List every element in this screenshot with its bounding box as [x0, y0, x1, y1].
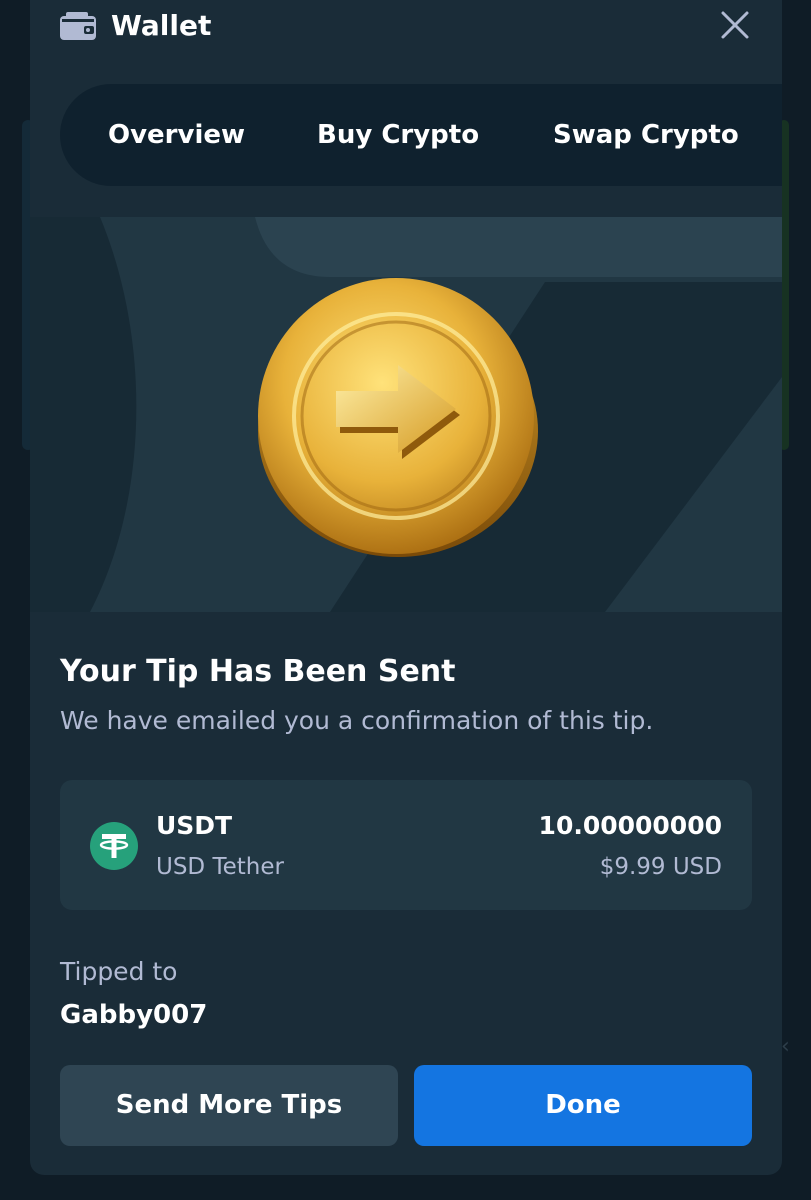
currency-symbol: USDT: [156, 811, 233, 840]
tab-overview[interactable]: Overview: [108, 84, 245, 186]
tab-swap-crypto[interactable]: Swap Crypto: [553, 84, 739, 186]
wallet-icon: [60, 12, 96, 40]
modal-title: Wallet: [111, 9, 212, 42]
close-icon[interactable]: [718, 8, 752, 42]
coin-arrow-icon: [258, 278, 538, 557]
hero-illustration: [30, 217, 782, 612]
done-button[interactable]: Done: [414, 1065, 752, 1146]
chevron-left-icon: ‹: [781, 1034, 790, 1059]
background-shape: [30, 217, 137, 612]
modal-header: Wallet: [30, 0, 782, 64]
wallet-modal: Wallet Overview Buy Crypto Swap Crypto Y…: [30, 0, 782, 1175]
currency-name: USD Tether: [156, 854, 284, 880]
recipient-label: Tipped to: [60, 957, 178, 986]
tip-usd-value: $9.99 USD: [599, 854, 722, 880]
send-more-tips-button[interactable]: Send More Tips: [60, 1065, 398, 1146]
tether-icon: [90, 822, 138, 870]
confirmation-subtitle: We have emailed you a confirmation of th…: [60, 706, 654, 735]
currency-card: USDT USD Tether 10.00000000 $9.99 USD: [60, 780, 752, 910]
tip-amount: 10.00000000: [538, 811, 722, 840]
tab-buy-crypto[interactable]: Buy Crypto: [317, 84, 479, 186]
recipient-name: Gabby007: [60, 1000, 208, 1030]
wallet-tabs: Overview Buy Crypto Swap Crypto: [60, 84, 782, 186]
background-shape: [255, 217, 782, 277]
confirmation-title: Your Tip Has Been Sent: [60, 654, 456, 689]
